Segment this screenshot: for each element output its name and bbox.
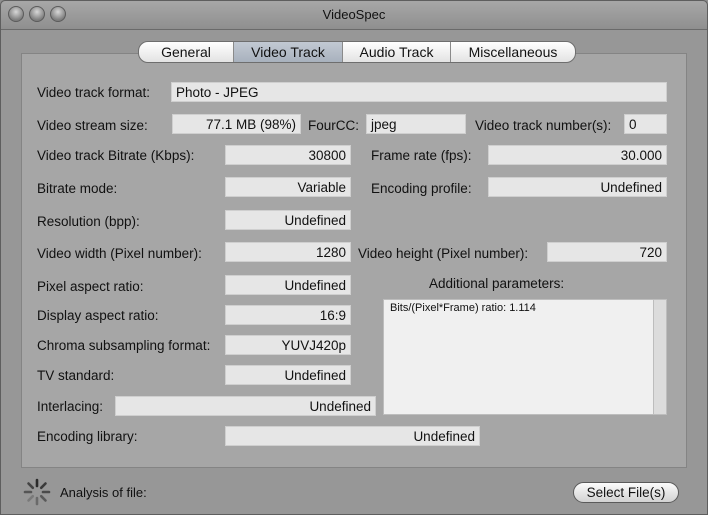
stream-size-field[interactable]: 77.1 MB (98%) bbox=[172, 114, 301, 134]
chroma-label: Chroma subsampling format: bbox=[37, 338, 211, 353]
display-aspect-field[interactable]: 16:9 bbox=[225, 305, 351, 325]
frame-rate-field[interactable]: 30.000 bbox=[488, 145, 667, 165]
fourcc-field[interactable]: jpeg bbox=[366, 114, 466, 134]
additional-parameters-area[interactable]: Bits/(Pixel*Frame) ratio: 1.114 bbox=[383, 299, 667, 415]
fourcc-label: FourCC: bbox=[308, 118, 360, 133]
display-aspect-label: Display aspect ratio: bbox=[37, 308, 159, 323]
analysis-status-label: Analysis of file: bbox=[60, 485, 147, 500]
format-label: Video track format: bbox=[37, 85, 151, 100]
tab-audio-track[interactable]: Audio Track bbox=[343, 42, 451, 62]
track-number-label: Video track number(s): bbox=[475, 118, 612, 133]
encoding-profile-field[interactable]: Undefined bbox=[488, 177, 667, 197]
bitrate-mode-field[interactable]: Variable bbox=[225, 177, 351, 197]
encoding-library-field[interactable]: Undefined bbox=[225, 426, 480, 446]
stream-size-label: Video stream size: bbox=[37, 118, 148, 133]
app-window: VideoSpec General Video Track Audio Trac… bbox=[0, 0, 708, 515]
height-field[interactable]: 720 bbox=[547, 242, 667, 262]
additional-parameters-scrollbar[interactable] bbox=[653, 300, 666, 414]
window-title: VideoSpec bbox=[322, 7, 386, 22]
title-bar: VideoSpec bbox=[1, 1, 707, 30]
encoding-profile-label: Encoding profile: bbox=[371, 181, 472, 196]
frame-rate-label: Frame rate (fps): bbox=[371, 148, 472, 163]
resolution-field[interactable]: Undefined bbox=[225, 210, 351, 230]
tab-bar: General Video Track Audio Track Miscella… bbox=[138, 41, 576, 63]
tab-video-track[interactable]: Video Track bbox=[234, 42, 343, 62]
tab-miscellaneous[interactable]: Miscellaneous bbox=[451, 42, 575, 62]
width-label: Video width (Pixel number): bbox=[37, 246, 202, 261]
tv-standard-label: TV standard: bbox=[37, 368, 115, 383]
progress-spinner-icon bbox=[23, 478, 51, 506]
encoding-library-label: Encoding library: bbox=[37, 429, 138, 444]
chroma-field[interactable]: YUVJ420p bbox=[225, 335, 351, 355]
format-field[interactable]: Photo - JPEG bbox=[171, 82, 667, 102]
width-field[interactable]: 1280 bbox=[225, 242, 351, 262]
tv-standard-field[interactable]: Undefined bbox=[225, 365, 351, 385]
interlacing-label: Interlacing: bbox=[37, 399, 104, 414]
track-number-field[interactable]: 0 bbox=[624, 114, 667, 134]
pixel-aspect-label: Pixel aspect ratio: bbox=[37, 279, 144, 294]
resolution-label: Resolution (bpp): bbox=[37, 214, 140, 229]
bitrate-mode-label: Bitrate mode: bbox=[37, 181, 118, 196]
interlacing-field[interactable]: Undefined bbox=[115, 396, 376, 416]
additional-parameters-text: Bits/(Pixel*Frame) ratio: 1.114 bbox=[390, 302, 536, 314]
bitrate-label: Video track Bitrate (Kbps): bbox=[37, 148, 195, 163]
pixel-aspect-field[interactable]: Undefined bbox=[225, 275, 351, 295]
bitrate-field[interactable]: 30800 bbox=[225, 145, 351, 165]
select-files-button[interactable]: Select File(s) bbox=[573, 482, 679, 503]
tab-general[interactable]: General bbox=[139, 42, 234, 62]
height-label: Video height (Pixel number): bbox=[358, 246, 529, 261]
additional-parameters-label: Additional parameters: bbox=[429, 276, 565, 291]
